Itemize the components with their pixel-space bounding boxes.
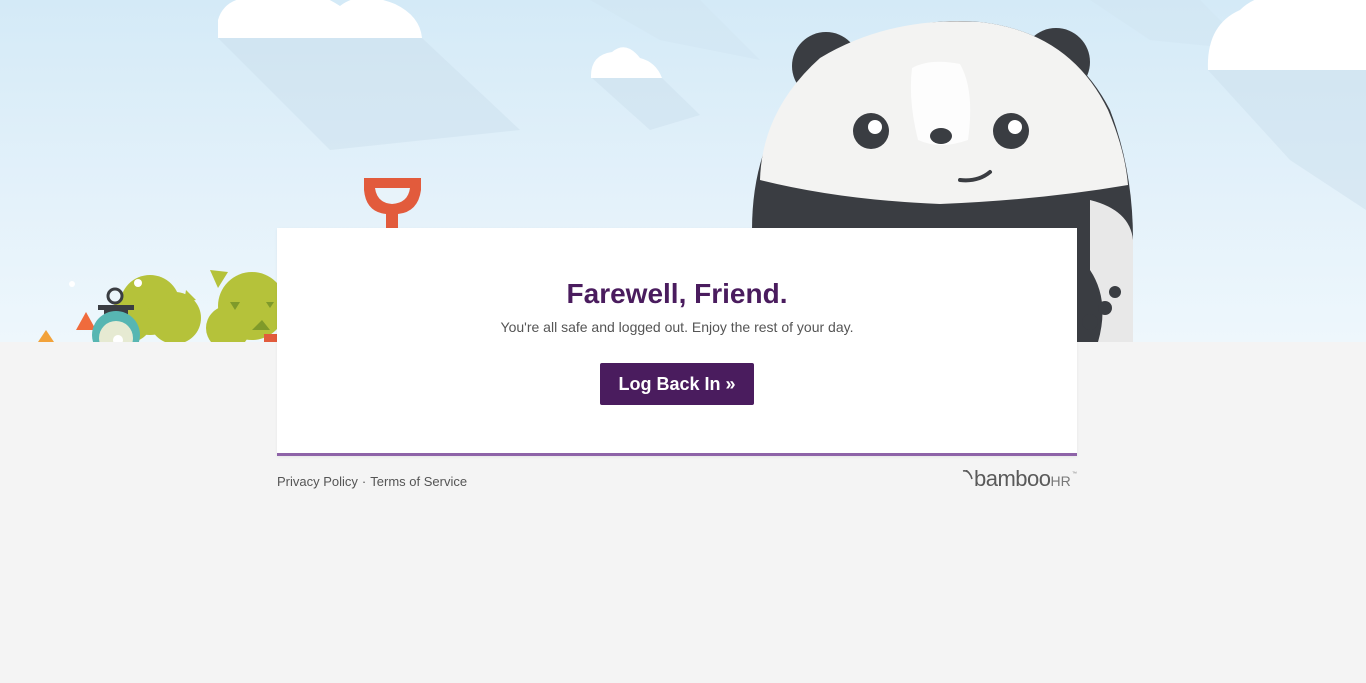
cloud-shadow xyxy=(1208,70,1366,210)
bushes-decoration xyxy=(38,270,286,342)
logout-card: Farewell, Friend. You're all safe and lo… xyxy=(277,228,1077,456)
logo-wordmark: bambooHR xyxy=(974,466,1071,492)
logo-trademark: ™ xyxy=(1072,471,1077,477)
bamboohr-logo: bambooHR ™ xyxy=(962,466,1077,492)
cloud-decoration xyxy=(590,47,662,78)
cloud-decoration xyxy=(1207,0,1366,70)
cloud-decoration xyxy=(218,0,422,38)
footer-links: Privacy Policy · Terms of Service xyxy=(277,474,467,489)
log-back-in-button[interactable]: Log Back In » xyxy=(600,363,754,405)
cloud-shadow xyxy=(592,78,700,130)
terms-of-service-link[interactable]: Terms of Service xyxy=(370,474,467,489)
shovel-icon xyxy=(364,178,421,228)
page-title: Farewell, Friend. xyxy=(566,278,788,309)
footer-separator: · xyxy=(361,474,367,489)
cloud-shadow xyxy=(218,38,520,150)
logo-brand-main: bamboo xyxy=(974,466,1051,491)
logo-brand-suffix: HR xyxy=(1050,473,1071,489)
logout-message: You're all safe and logged out. Enjoy th… xyxy=(500,319,854,335)
privacy-policy-link[interactable]: Privacy Policy xyxy=(277,474,358,489)
